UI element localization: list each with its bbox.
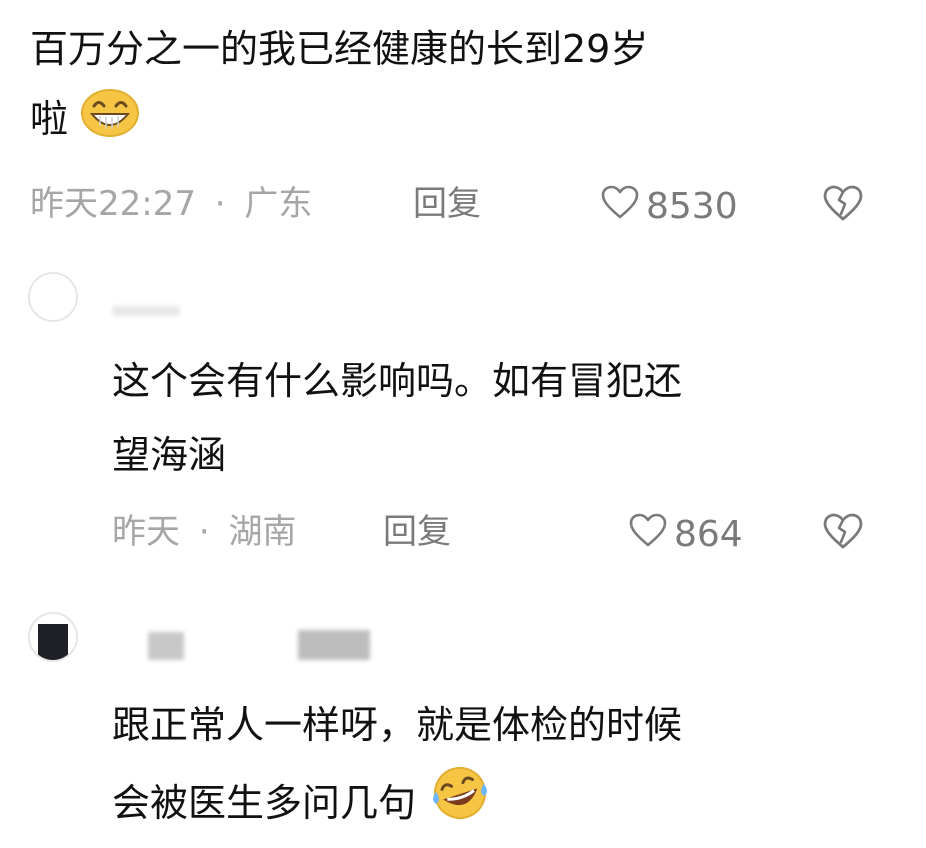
broken-heart-icon	[822, 513, 864, 554]
comment-3-text-line2-label: 会被医生多问几句	[112, 781, 417, 825]
comment-2-like-button[interactable]: 864	[628, 512, 743, 557]
comment-3: 跟正常人一样呀，就是体检的时候 会被医生多问几句	[0, 590, 926, 848]
comment-1-time: 昨天22:27	[30, 184, 196, 224]
comment-3-text-line1: 跟正常人一样呀，就是体检的时候	[112, 703, 683, 747]
comment-2-location: 湖南	[228, 512, 297, 552]
comment-2-text-line1: 这个会有什么影响吗。如有冒犯还	[112, 359, 683, 403]
username-redacted	[112, 306, 180, 316]
comment-thread: 百万分之一的我已经健康的长到29岁 啦 昨天22:27 · 广东 回复 8530…	[0, 0, 926, 848]
comment-1: 百万分之一的我已经健康的长到29岁 啦 昨天22:27 · 广东 回复 8530	[0, 0, 926, 250]
meta-separator: ·	[214, 184, 226, 224]
comment-1-like-button[interactable]: 8530	[600, 184, 738, 229]
comment-2-time: 昨天	[112, 512, 180, 552]
comment-1-dislike-button[interactable]	[822, 184, 864, 226]
comment-2-meta: 昨天 · 湖南	[112, 512, 296, 552]
rolling-laughing-face-icon	[428, 764, 492, 841]
username-redacted	[148, 632, 184, 660]
user-badge-redacted	[298, 630, 370, 660]
heart-outline-icon	[600, 184, 640, 229]
comment-2-dislike-button[interactable]	[822, 512, 864, 554]
comment-1-meta: 昨天22:27 · 广东	[30, 184, 312, 224]
comment-2-text-line2: 望海涵	[112, 433, 227, 477]
meta-separator: ·	[198, 512, 210, 552]
comment-1-text-line2: 啦	[30, 88, 140, 157]
comment-1-text-line1: 百万分之一的我已经健康的长到29岁	[30, 27, 649, 71]
avatar[interactable]	[28, 272, 78, 322]
grinning-face-icon	[80, 88, 140, 157]
comment-1-location: 广东	[244, 184, 313, 224]
broken-heart-icon	[822, 185, 864, 226]
heart-outline-icon	[628, 512, 668, 557]
comment-1-like-count: 8530	[646, 185, 738, 227]
comment-1-reply-button[interactable]: 回复	[413, 184, 481, 224]
comment-2-reply-button[interactable]: 回复	[383, 512, 451, 552]
avatar[interactable]	[28, 612, 78, 662]
comment-2-like-count: 864	[674, 513, 743, 555]
comment-3-text-line2: 会被医生多问几句	[112, 764, 492, 841]
comment-1-text-line2-label: 啦	[30, 97, 69, 141]
comment-2: 这个会有什么影响吗。如有冒犯还 望海涵 昨天 · 湖南 回复 864	[0, 250, 926, 590]
